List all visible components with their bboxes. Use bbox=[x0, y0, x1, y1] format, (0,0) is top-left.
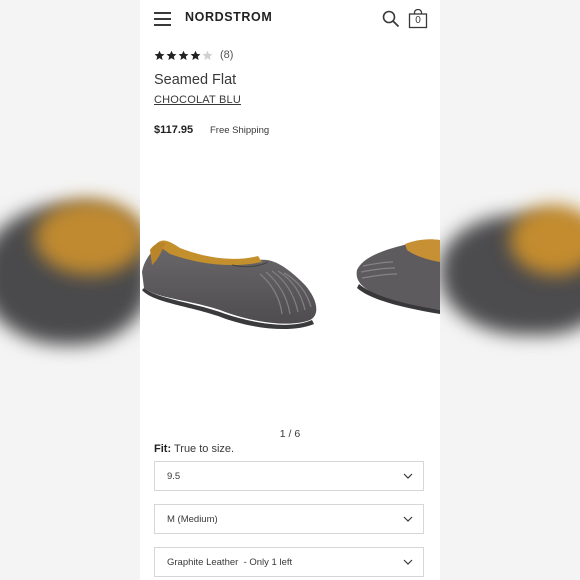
star-filled-icon bbox=[166, 50, 177, 60]
menu-icon[interactable] bbox=[154, 12, 171, 26]
image-pager: 1 / 6 bbox=[279, 428, 301, 440]
fit-value: True to size. bbox=[173, 443, 235, 455]
bag-count: 0 bbox=[415, 15, 421, 26]
product-price: $117.95 bbox=[154, 124, 194, 136]
blurred-background-left bbox=[0, 0, 140, 580]
review-count[interactable]: (8) bbox=[220, 49, 233, 61]
product-title: Seamed Flat bbox=[154, 72, 237, 88]
width-select[interactable]: M (Medium) bbox=[154, 504, 424, 534]
blurred-background-right bbox=[440, 0, 580, 580]
rating[interactable]: (8) bbox=[154, 48, 233, 62]
color-name-link[interactable]: CHOCOLAT BLU bbox=[154, 94, 241, 106]
site-header: NORDSTROM 0 bbox=[140, 0, 440, 40]
shipping-info: Free Shipping bbox=[210, 125, 270, 136]
star-rating bbox=[154, 50, 214, 61]
chevron-down-icon bbox=[403, 559, 413, 565]
fit-label: Fit: bbox=[154, 443, 172, 455]
brand-logo[interactable]: NORDSTROM bbox=[185, 10, 272, 24]
star-filled-icon bbox=[190, 50, 201, 60]
size-value: 9.5 bbox=[167, 471, 181, 482]
shopping-bag-icon[interactable]: 0 bbox=[408, 8, 428, 29]
size-select[interactable]: 9.5 bbox=[154, 461, 424, 491]
width-value: M (Medium) bbox=[167, 514, 218, 525]
star-filled-icon bbox=[178, 50, 189, 60]
search-icon[interactable] bbox=[382, 10, 400, 28]
fit-info: Fit: True to size. bbox=[154, 443, 234, 455]
star-filled-icon bbox=[154, 50, 165, 60]
color-value: Graphite Leather - Only 1 left bbox=[167, 557, 293, 568]
next-product-image[interactable] bbox=[353, 232, 440, 322]
color-select[interactable]: Graphite Leather - Only 1 left bbox=[154, 547, 424, 577]
star-empty-icon bbox=[202, 50, 213, 60]
product-page: NORDSTROM 0 (8) Seamed Flat CHOCOLAT BLU… bbox=[140, 0, 440, 580]
chevron-down-icon bbox=[403, 516, 413, 522]
chevron-down-icon bbox=[403, 473, 413, 479]
